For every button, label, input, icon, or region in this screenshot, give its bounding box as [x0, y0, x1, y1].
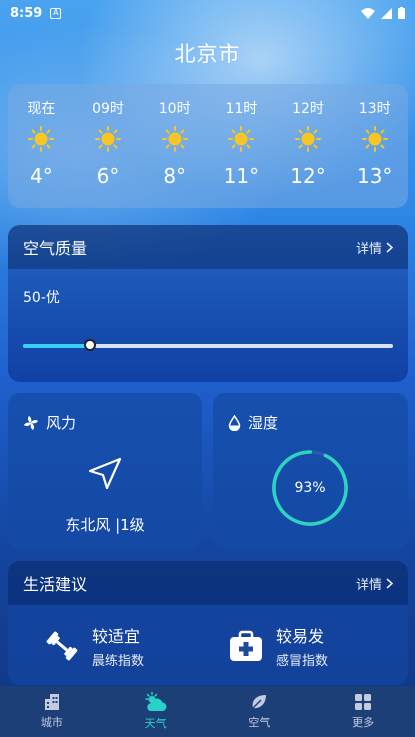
- air-quality-title: 空气质量: [23, 239, 88, 258]
- hour-temp: 4°: [29, 164, 53, 188]
- life-advice-header: 生活建议 详情: [8, 561, 408, 605]
- sun-icon: [95, 126, 121, 152]
- hour-label: 现在: [27, 101, 56, 117]
- hour-label: 12时: [292, 101, 324, 117]
- details-label: 详情: [355, 577, 382, 593]
- hour-item: 13时 13°: [341, 98, 408, 208]
- hour-label: 13时: [358, 101, 391, 117]
- wifi-icon: [361, 7, 375, 19]
- hour-temp: 11°: [223, 164, 260, 188]
- tab-city[interactable]: 城市: [0, 686, 104, 737]
- tab-label: 天气: [144, 717, 167, 730]
- hourly-forecast: 现在 4° 09时 6° 10时 8° 11时 11° 12时 12° 13时 …: [8, 84, 408, 208]
- wind-card[interactable]: 风力 东北风 |1级: [8, 393, 202, 549]
- life-advice-title: 生活建议: [23, 575, 88, 594]
- signal-icon: [381, 7, 392, 19]
- weather-icon: [144, 692, 167, 711]
- air-quality-card: 空气质量 详情 50-优: [8, 225, 408, 382]
- grid-icon: [355, 694, 372, 710]
- sun-icon: [295, 126, 322, 152]
- life-advice-card: 生活建议 详情 较适宜 晨练指数 较易发 感冒指数: [8, 561, 408, 685]
- life-item-subtitle: 晨练指数: [92, 654, 145, 669]
- hour-item: 11时 11°: [208, 98, 275, 208]
- hour-label: 10时: [158, 101, 191, 117]
- humidity-value: 93%: [294, 480, 326, 496]
- fan-icon: [24, 415, 38, 430]
- air-quality-level-bar: [23, 339, 393, 351]
- notification-icon: A: [50, 7, 62, 19]
- life-item-cold[interactable]: 较易发 感冒指数: [228, 623, 328, 669]
- hour-item: 10时 8°: [141, 98, 208, 208]
- medkit-icon: [230, 630, 262, 661]
- status-time: 8:59: [10, 5, 43, 21]
- wind-title: 风力: [46, 414, 77, 432]
- hour-temp: 6°: [96, 164, 120, 188]
- hour-label: 09时: [92, 101, 124, 117]
- life-item-exercise[interactable]: 较适宜 晨练指数: [44, 623, 144, 669]
- battery-icon: [398, 7, 405, 19]
- sun-icon: [228, 126, 255, 152]
- hour-label: 11时: [225, 101, 258, 117]
- humidity-header: 湿度: [228, 412, 278, 433]
- sun-icon: [161, 126, 188, 152]
- air-quality-level-fill: [23, 344, 90, 348]
- tab-label: 城市: [40, 716, 63, 729]
- life-item-title: 较适宜: [92, 627, 141, 646]
- water-drop-icon: [228, 414, 241, 431]
- wind-description: 东北风 |1级: [65, 516, 145, 534]
- hour-item: 现在 4°: [8, 98, 75, 208]
- air-quality-header: 空气质量 详情: [8, 225, 408, 269]
- sun-icon: [28, 126, 55, 152]
- hour-item: 09时 6°: [75, 98, 142, 208]
- tab-label: 更多: [352, 716, 375, 729]
- sun-icon: [361, 126, 388, 152]
- life-item-subtitle: 感冒指数: [276, 654, 329, 669]
- leaf-icon: [252, 695, 267, 709]
- bottom-tab-bar: 城市 天气 空气 更多: [0, 686, 415, 737]
- air-quality-details-link[interactable]: 详情: [356, 238, 393, 257]
- status-bar: 8:59 A: [0, 0, 415, 26]
- tab-weather[interactable]: 天气: [104, 686, 208, 737]
- life-advice-details-link[interactable]: 详情: [356, 574, 393, 593]
- details-label: 详情: [355, 241, 382, 257]
- city-title[interactable]: 北京市: [0, 38, 415, 68]
- hour-temp: 8°: [163, 164, 187, 188]
- tab-label: 空气: [248, 716, 271, 729]
- air-quality-value: 50-优: [23, 290, 60, 306]
- tab-air[interactable]: 空气: [208, 686, 312, 737]
- chevron-right-icon: [386, 241, 393, 253]
- building-icon: [44, 694, 59, 710]
- wind-header: 风力: [23, 412, 76, 433]
- life-item-title: 较易发: [276, 627, 325, 646]
- hour-temp: 12°: [290, 164, 326, 188]
- chevron-right-icon: [386, 577, 393, 589]
- navigation-arrow-icon: [88, 457, 122, 490]
- dumbbell-icon: [46, 631, 78, 661]
- hour-temp: 13°: [356, 164, 393, 188]
- air-quality-level-marker: [83, 339, 96, 351]
- humidity-card[interactable]: 湿度 93%: [213, 393, 408, 549]
- hour-item: 12时 12°: [275, 98, 342, 208]
- tab-more[interactable]: 更多: [311, 686, 415, 737]
- humidity-title: 湿度: [248, 414, 279, 432]
